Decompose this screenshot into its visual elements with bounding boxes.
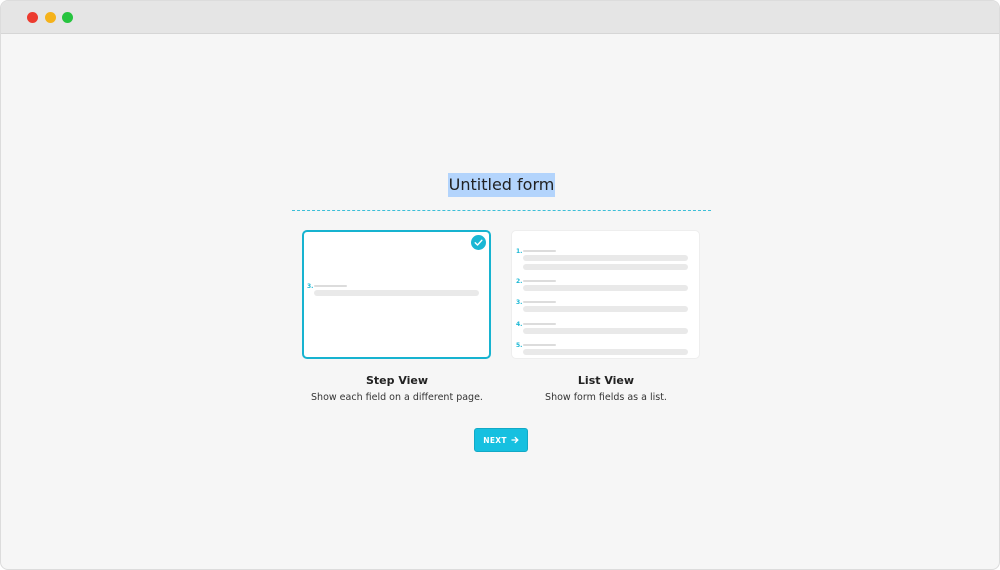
arrow-right-icon — [511, 436, 519, 444]
preview-field-number: 4. — [516, 321, 523, 328]
step-view-description: Show each field on a different page. — [311, 392, 483, 403]
preview-field-input — [523, 255, 688, 261]
list-view-label: List View Show form fields as a list. — [501, 374, 711, 405]
preview-field-input — [523, 285, 688, 291]
step-view-card[interactable]: 3. — [302, 230, 491, 359]
preview-field-input — [314, 290, 479, 296]
list-view-title: List View — [577, 374, 635, 387]
preview-field-label — [523, 250, 556, 252]
list-view-card[interactable]: 1. 2. 3. 4. 5. — [511, 230, 700, 359]
step-view-title: Step View — [365, 374, 429, 387]
next-button-label: NEXT — [483, 435, 507, 445]
window-minimize-button[interactable] — [45, 12, 56, 23]
preview-field-label — [523, 301, 556, 303]
window-titlebar — [1, 1, 999, 34]
preview-field-number: 3. — [516, 299, 523, 306]
preview-field-label — [523, 280, 556, 282]
preview-field-number: 1. — [516, 248, 523, 255]
preview-field-input — [523, 328, 688, 334]
preview-field-input — [523, 349, 688, 355]
preview-field-number: 2. — [516, 278, 523, 285]
form-title[interactable]: Untitled form — [447, 173, 556, 197]
step-view-label: Step View Show each field on a different… — [292, 374, 502, 405]
next-button[interactable]: NEXT — [474, 428, 528, 452]
preview-field-number: 3. — [307, 283, 314, 290]
app-window: Untitled form 3. Step View Show each fie… — [0, 0, 1000, 570]
preview-field-label — [314, 285, 347, 287]
window-close-button[interactable] — [27, 12, 38, 23]
checkmark-icon — [471, 235, 486, 250]
preview-field-number: 5. — [516, 342, 523, 349]
preview-field-input — [523, 306, 688, 312]
preview-field-label — [523, 344, 556, 346]
preview-field-input — [523, 264, 688, 270]
form-title-field[interactable]: Untitled form — [292, 172, 711, 211]
window-maximize-button[interactable] — [62, 12, 73, 23]
list-view-description: Show form fields as a list. — [545, 392, 667, 403]
preview-field-label — [523, 323, 556, 325]
